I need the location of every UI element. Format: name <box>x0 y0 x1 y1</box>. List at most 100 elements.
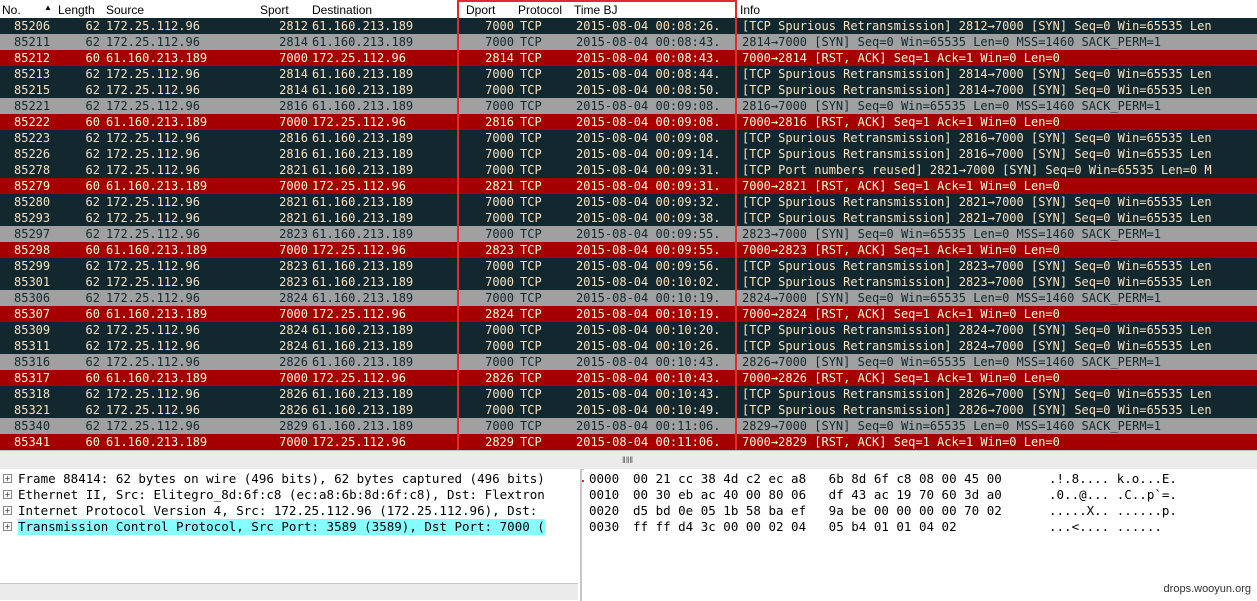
packet-cell-destination: 172.25.112.96 <box>312 243 406 257</box>
sort-ascending-icon[interactable]: ▲ <box>44 3 52 12</box>
packet-cell-destination: 172.25.112.96 <box>312 307 406 321</box>
column-header-protocol[interactable]: Protocol <box>518 3 562 17</box>
packet-cell-time: 2015-08-04 00:09:55. <box>576 243 721 257</box>
packet-cell-protocol: TCP <box>520 243 542 257</box>
packet-row[interactable]: 85340 62 172.25.112.96 2829 61.160.213.189 70… <box>0 418 1257 434</box>
scrollbar-grip-icon[interactable]: ‖‖‖ <box>622 455 633 465</box>
packet-details-pane[interactable]: + Frame 88414: 62 bytes on wire (496 bits… <box>0 469 582 601</box>
packet-cell-sport: 2816 <box>279 99 308 113</box>
packet-row[interactable]: 85341 60 61.160.213.189 7000 172.25.112.96 28… <box>0 434 1257 450</box>
packet-cell-source: 172.25.112.96 <box>106 35 200 49</box>
column-header-sport[interactable]: Sport <box>260 3 289 17</box>
packet-row[interactable]: 85317 60 61.160.213.189 7000 172.25.112.96 28… <box>0 370 1257 386</box>
packet-row[interactable]: 85222 60 61.160.213.189 7000 172.25.112.96 28… <box>0 114 1257 130</box>
packet-cell-no: 85341 <box>14 435 51 449</box>
packet-cell-destination: 61.160.213.189 <box>312 403 414 417</box>
packet-cell-time: 2015-08-04 00:09:31. <box>576 179 721 193</box>
packet-cell-destination: 61.160.213.189 <box>312 259 414 273</box>
tree-expand-icon[interactable]: + <box>3 474 12 483</box>
packet-cell-info: [TCP Spurious Retransmission] 2821→7000 … <box>742 195 1212 209</box>
packet-cell-dport: 7000 <box>485 259 514 273</box>
packet-row[interactable]: 85221 62 172.25.112.96 2816 61.160.213.189 70… <box>0 98 1257 114</box>
packet-cell-time: 2015-08-04 00:08:43. <box>576 51 721 65</box>
detail-tree-item[interactable]: + Ethernet II, Src: Elitegro_8d:6f:c8 (ec… <box>0 487 580 503</box>
packet-row[interactable]: 85293 62 172.25.112.96 2821 61.160.213.189 70… <box>0 210 1257 226</box>
packet-cell-source: 61.160.213.189 <box>106 243 208 257</box>
packet-row[interactable]: 85307 60 61.160.213.189 7000 172.25.112.96 28… <box>0 306 1257 322</box>
packet-cell-source: 172.25.112.96 <box>106 339 200 353</box>
packet-cell-protocol: TCP <box>520 83 542 97</box>
column-header-source[interactable]: Source <box>106 3 144 17</box>
details-horizontal-scrollbar[interactable] <box>0 583 578 600</box>
packet-cell-time: 2015-08-04 00:10:43. <box>576 355 721 369</box>
packet-cell-length: 62 <box>85 403 100 417</box>
packet-cell-length: 60 <box>85 243 100 257</box>
packet-row[interactable]: 85212 60 61.160.213.189 7000 172.25.112.96 28… <box>0 50 1257 66</box>
packet-row[interactable]: 85280 62 172.25.112.96 2821 61.160.213.189 70… <box>0 194 1257 210</box>
column-header-dport[interactable]: Dport <box>466 3 495 17</box>
packet-cell-info: [TCP Spurious Retransmission] 2823→7000 … <box>742 259 1212 273</box>
packet-row[interactable]: 85297 62 172.25.112.96 2823 61.160.213.189 70… <box>0 226 1257 242</box>
packet-cell-info: [TCP Spurious Retransmission] 2816→7000 … <box>742 147 1212 161</box>
packet-cell-time: 2015-08-04 00:08:50. <box>576 83 721 97</box>
packet-cell-time: 2015-08-04 00:09:14. <box>576 147 721 161</box>
column-header-time[interactable]: Time BJ <box>574 3 618 17</box>
packet-cell-sport: 2814 <box>279 67 308 81</box>
hex-dump-offset: 0010 <box>589 487 620 502</box>
packet-cell-protocol: TCP <box>520 51 542 65</box>
packet-row[interactable]: 85206 62 172.25.112.96 2812 61.160.213.189 70… <box>0 18 1257 34</box>
packet-row[interactable]: 85318 62 172.25.112.96 2826 61.160.213.189 70… <box>0 386 1257 402</box>
detail-tree-item[interactable]: + Transmission Control Protocol, Src Port… <box>0 519 580 535</box>
packet-row[interactable]: 85309 62 172.25.112.96 2824 61.160.213.189 70… <box>0 322 1257 338</box>
column-header-info[interactable]: Info <box>740 3 760 17</box>
tree-expand-icon[interactable]: + <box>3 506 12 515</box>
packet-cell-length: 62 <box>85 227 100 241</box>
packet-list-horizontal-scrollbar[interactable]: ‖‖‖ <box>0 450 1257 470</box>
packet-cell-protocol: TCP <box>520 147 542 161</box>
packet-cell-no: 85301 <box>14 275 51 289</box>
packet-cell-destination: 61.160.213.189 <box>312 211 414 225</box>
packet-row[interactable]: 85213 62 172.25.112.96 2814 61.160.213.189 70… <box>0 66 1257 82</box>
packet-cell-sport: 2824 <box>279 323 308 337</box>
column-header-length[interactable]: Length <box>58 3 95 17</box>
column-header-no[interactable]: No. <box>2 3 21 17</box>
packet-cell-destination: 172.25.112.96 <box>312 115 406 129</box>
packet-bytes-pane[interactable]: 0000 00 21 cc 38 4d c2 ec a8 6b 8d 6f c8 … <box>584 469 1257 601</box>
packet-row[interactable]: 85215 62 172.25.112.96 2814 61.160.213.189 70… <box>0 82 1257 98</box>
tree-expand-icon[interactable]: + <box>3 490 12 499</box>
packet-cell-length: 62 <box>85 83 100 97</box>
packet-cell-no: 85278 <box>14 163 51 177</box>
detail-tree-item[interactable]: + Internet Protocol Version 4, Src: 172.2… <box>0 503 580 519</box>
packet-cell-source: 172.25.112.96 <box>106 83 200 97</box>
packet-cell-source: 172.25.112.96 <box>106 211 200 225</box>
packet-cell-info: 2816→7000 [SYN] Seq=0 Win=65535 Len=0 MS… <box>742 99 1162 113</box>
packet-cell-source: 172.25.112.96 <box>106 259 200 273</box>
packet-cell-dport: 7000 <box>485 211 514 225</box>
packet-row[interactable]: 85301 62 172.25.112.96 2823 61.160.213.189 70… <box>0 274 1257 290</box>
packet-cell-dport: 2829 <box>485 435 514 449</box>
packet-cell-sport: 2824 <box>279 291 308 305</box>
packet-cell-source: 172.25.112.96 <box>106 195 200 209</box>
packet-row[interactable]: 85311 62 172.25.112.96 2824 61.160.213.189 70… <box>0 338 1257 354</box>
packet-cell-sport: 2823 <box>279 227 308 241</box>
packet-row[interactable]: 85279 60 61.160.213.189 7000 172.25.112.96 28… <box>0 178 1257 194</box>
detail-tree-item[interactable]: + Frame 88414: 62 bytes on wire (496 bits… <box>0 471 580 487</box>
packet-row[interactable]: 85211 62 172.25.112.96 2814 61.160.213.189 70… <box>0 34 1257 50</box>
tree-expand-icon[interactable]: + <box>3 522 12 531</box>
packet-row[interactable]: 85223 62 172.25.112.96 2816 61.160.213.189 70… <box>0 130 1257 146</box>
packet-row[interactable]: 85306 62 172.25.112.96 2824 61.160.213.189 70… <box>0 290 1257 306</box>
packet-list[interactable]: 85206 62 172.25.112.96 2812 61.160.213.189 70… <box>0 18 1257 450</box>
packet-row[interactable]: 85299 62 172.25.112.96 2823 61.160.213.189 70… <box>0 258 1257 274</box>
packet-cell-length: 62 <box>85 131 100 145</box>
packet-row[interactable]: 85298 60 61.160.213.189 7000 172.25.112.96 28… <box>0 242 1257 258</box>
packet-cell-length: 62 <box>85 99 100 113</box>
packet-row[interactable]: 85226 62 172.25.112.96 2816 61.160.213.189 70… <box>0 146 1257 162</box>
packet-cell-length: 62 <box>85 35 100 49</box>
packet-cell-dport: 7000 <box>485 99 514 113</box>
column-header-destination[interactable]: Destination <box>312 3 372 17</box>
packet-row[interactable]: 85316 62 172.25.112.96 2826 61.160.213.189 70… <box>0 354 1257 370</box>
packet-cell-no: 85317 <box>14 371 51 385</box>
packet-cell-destination: 61.160.213.189 <box>312 131 414 145</box>
packet-row[interactable]: 85278 62 172.25.112.96 2821 61.160.213.189 70… <box>0 162 1257 178</box>
packet-row[interactable]: 85321 62 172.25.112.96 2826 61.160.213.189 70… <box>0 402 1257 418</box>
